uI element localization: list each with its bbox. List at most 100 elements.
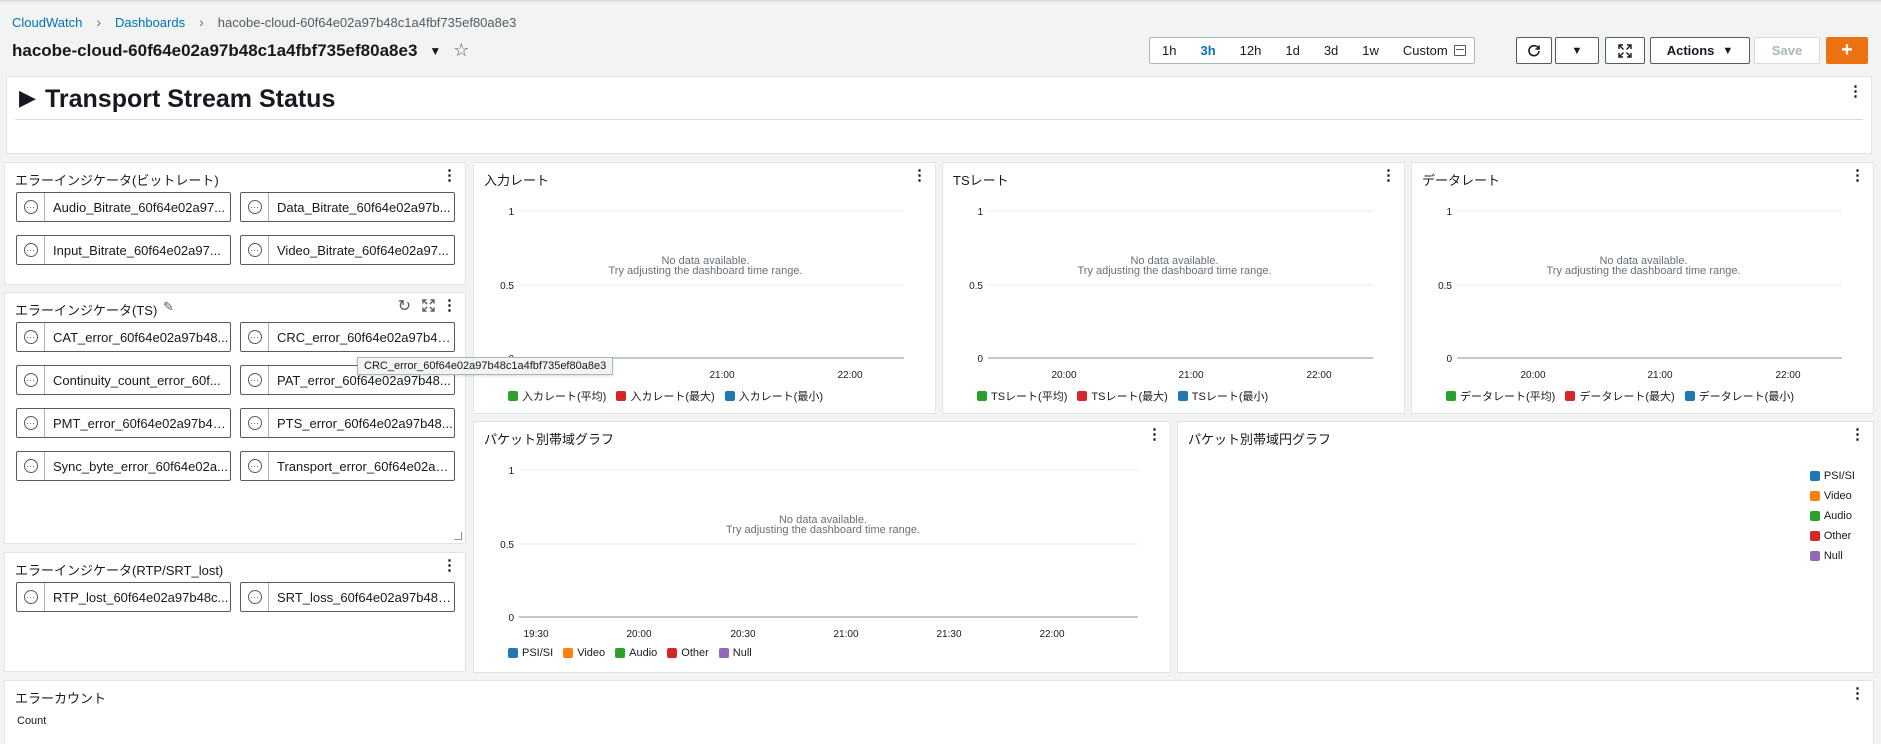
collapse-caret-icon[interactable]: ▶	[19, 85, 36, 111]
caret-down-icon: ▼	[1571, 44, 1583, 57]
alarm-srt-loss[interactable]: ··· SRT_loss_60f64e02a97b48c...	[240, 582, 455, 612]
range-1d[interactable]: 1d	[1273, 38, 1311, 63]
input-rate-panel: 入力レート ⋮ 1 0.5 0 21:00 22:00 No data avai…	[473, 162, 936, 414]
legend-item[interactable]: Audio	[615, 647, 657, 659]
alarm-video-bitrate[interactable]: ··· Video_Bitrate_60f64e02a97...	[240, 235, 455, 265]
range-3d[interactable]: 3d	[1312, 38, 1350, 63]
alarm-cat-error[interactable]: ··· CAT_error_60f64e02a97b48...	[16, 322, 231, 352]
edit-icon[interactable]: ✎	[163, 299, 174, 315]
more-options-icon[interactable]: ⋮	[442, 558, 457, 573]
breadcrumb-dashboards-link[interactable]: Dashboards	[115, 15, 185, 30]
legend-item[interactable]: Other	[667, 647, 709, 659]
legend-swatch	[1177, 391, 1188, 401]
legend-label: TSレート(平均)	[991, 391, 1068, 403]
alarm-status-icon: ···	[241, 366, 269, 394]
no-data-line-2: Try adjusting the dashboard time range.	[1546, 265, 1741, 277]
legend-item[interactable]: TSレート(最小)	[1177, 388, 1269, 404]
y-tick-label: 0.5	[969, 281, 983, 292]
legend-label: 入カレート(平均)	[522, 391, 607, 403]
top-border	[0, 0, 1881, 3]
legend-label: Other	[681, 647, 709, 659]
x-tick-label: 19:30	[523, 629, 548, 640]
x-tick-label: 20:00	[626, 629, 651, 640]
legend-item[interactable]: Null	[718, 647, 752, 659]
alarm-rtp-lost[interactable]: ··· RTP_lost_60f64e02a97b48c...	[16, 582, 231, 612]
pie-legend: PSI/SI Video Audio Other Null	[1809, 470, 1855, 570]
legend-item[interactable]: Other	[1809, 530, 1855, 542]
y-tick-label: 1	[977, 207, 983, 218]
legend-item[interactable]: データレート(平均)	[1446, 388, 1555, 404]
alarm-label: Audio_Bitrate_60f64e02a97...	[53, 199, 226, 215]
range-3h[interactable]: 3h	[1188, 38, 1227, 63]
actions-button[interactable]: Actions ▼	[1650, 37, 1750, 64]
alarm-audio-bitrate[interactable]: ··· Audio_Bitrate_60f64e02a97...	[16, 192, 231, 222]
legend-item[interactable]: Video	[563, 647, 605, 659]
legend-item[interactable]: PSI/SI	[1809, 470, 1855, 482]
more-options-icon[interactable]: ⋮	[1850, 427, 1865, 442]
dashboard-switcher-caret-icon[interactable]: ▼	[429, 44, 441, 58]
alarm-sync-byte-error[interactable]: ··· Sync_byte_error_60f64e02a...	[16, 451, 231, 481]
alarm-transport-error[interactable]: ··· Transport_error_60f64e02a9...	[240, 451, 455, 481]
alarm-status-icon: ···	[17, 236, 45, 264]
alarm-pts-error[interactable]: ··· PTS_error_60f64e02a97b48...	[240, 408, 455, 438]
refresh-icon[interactable]: ↻	[398, 296, 411, 316]
legend-item[interactable]: 入カレート(最大)	[616, 388, 715, 404]
legend-swatch	[1809, 531, 1820, 541]
alarm-pmt-error[interactable]: ··· PMT_error_60f64e02a97b48...	[16, 408, 231, 438]
save-button[interactable]: Save	[1754, 37, 1820, 64]
more-options-icon[interactable]: ⋮	[1850, 686, 1865, 701]
alarm-data-bitrate[interactable]: ··· Data_Bitrate_60f64e02a97b...	[240, 192, 455, 222]
range-12h[interactable]: 12h	[1228, 38, 1274, 63]
refresh-button[interactable]	[1516, 37, 1552, 64]
alarm-input-bitrate[interactable]: ··· Input_Bitrate_60f64e02a97...	[16, 235, 231, 265]
legend-item[interactable]: データレート(最小)	[1684, 388, 1794, 404]
x-tick-label: 20:00	[1051, 370, 1076, 381]
add-widget-button[interactable]: +	[1826, 37, 1868, 64]
resize-handle[interactable]	[454, 532, 462, 540]
legend-label: Audio	[629, 647, 658, 659]
page-title: hacobe-cloud-60f64e02a97b48c1a4fbf735ef8…	[12, 40, 418, 60]
panel-title: エラーインジケータ(RTP/SRT_lost)	[15, 563, 224, 578]
refresh-interval-dropdown[interactable]: ▼	[1555, 37, 1599, 64]
alarm-tooltip: CRC_error_60f64e02a97b48c1a4fbf735ef80a8…	[357, 357, 614, 375]
legend-item[interactable]: PSI/SI	[508, 647, 553, 659]
panel-title: エラーカウント	[15, 691, 107, 706]
more-options-icon[interactable]: ⋮	[1848, 84, 1863, 99]
range-1w[interactable]: 1w	[1350, 38, 1391, 63]
alarm-continuity-count-error[interactable]: ··· Continuity_count_error_60f...	[16, 365, 231, 395]
legend-item[interactable]: Audio	[1809, 510, 1855, 522]
chevron-right-icon: ›	[199, 14, 204, 30]
x-tick-label: 22:00	[837, 370, 862, 381]
legend-item[interactable]: TSレート(最大)	[1077, 388, 1168, 404]
legend-item[interactable]: Null	[1809, 550, 1855, 562]
alarm-status-icon: ···	[17, 409, 45, 437]
legend-item[interactable]: Video	[1809, 490, 1855, 502]
legend-item[interactable]: TSレート(平均)	[977, 388, 1067, 404]
legend-swatch	[1809, 471, 1820, 481]
favorite-star-icon[interactable]: ☆	[453, 40, 469, 61]
data-rate-panel: データレート ⋮ 1 0.5 0 20:00 21:00 22:00 No da…	[1411, 162, 1874, 414]
packet-bandwidth-panel: パケット別帯域グラフ ⋮ 1 0.5 0 19:30 20:00 20:30 2…	[473, 421, 1171, 673]
alarm-label: Data_Bitrate_60f64e02a97b...	[277, 199, 451, 215]
legend-item[interactable]: データレート(最大)	[1565, 388, 1675, 404]
legend-swatch	[718, 648, 729, 658]
chart-legend: データレート(平均) データレート(最大) データレート(最小)	[1446, 388, 1794, 404]
range-1h[interactable]: 1h	[1150, 38, 1188, 63]
alarm-status-icon: ···	[241, 409, 269, 437]
more-options-icon[interactable]: ⋮	[442, 168, 457, 183]
alarm-crc-error[interactable]: ··· CRC_error_60f64e02a97b48...	[240, 322, 455, 352]
expand-icon[interactable]	[422, 299, 435, 315]
legend-swatch	[977, 391, 987, 401]
x-tick-label: 20:00	[1520, 370, 1545, 381]
breadcrumb-cloudwatch-link[interactable]: CloudWatch	[12, 15, 82, 30]
x-tick-label: 21:00	[709, 370, 734, 381]
range-custom[interactable]: Custom	[1391, 38, 1474, 63]
legend-label: TSレート(最小)	[1191, 391, 1269, 403]
alarm-label: Transport_error_60f64e02a9...	[277, 458, 453, 474]
legend-item[interactable]: 入カレート(最小)	[724, 388, 823, 404]
no-data-message: No data available. Try adjusting the das…	[494, 256, 917, 277]
fullscreen-button[interactable]	[1605, 37, 1645, 64]
legend-swatch	[508, 391, 518, 401]
more-options-icon[interactable]: ⋮	[442, 298, 457, 313]
legend-item[interactable]: 入カレート(平均)	[508, 388, 606, 404]
